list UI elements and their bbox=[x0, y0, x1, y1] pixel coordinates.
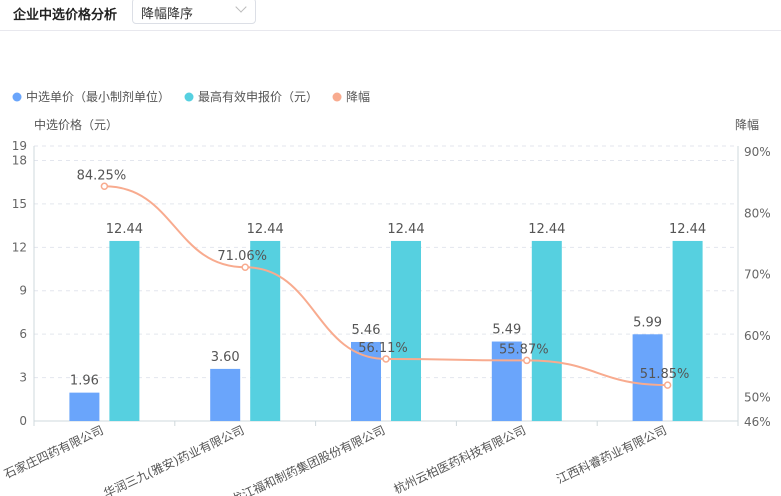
bar-data-label: 12.44 bbox=[387, 222, 424, 237]
line-data-label: 55.87% bbox=[499, 342, 549, 357]
x-tick-label: 江西科睿药业有限公司 bbox=[554, 422, 669, 486]
bar-data-label: 5.49 bbox=[492, 323, 521, 338]
bar-data-label: 5.46 bbox=[352, 323, 381, 338]
line-point bbox=[523, 356, 531, 365]
y-tick-label: 19 bbox=[12, 139, 27, 153]
line-data-label: 51.85% bbox=[640, 367, 690, 382]
line-point bbox=[100, 182, 109, 191]
bar bbox=[391, 240, 421, 421]
line-point bbox=[241, 263, 249, 271]
bar bbox=[531, 240, 562, 421]
chart: 中选单价（最小制剂单位） 最高有效申报价（元） 降幅中选价格（元） 降幅0369121… bbox=[1, 89, 771, 496]
bar-data-label: 12.44 bbox=[528, 222, 565, 237]
y-tick-label: 12 bbox=[12, 240, 27, 254]
y-tick-label: 15 bbox=[12, 197, 27, 211]
bar bbox=[69, 392, 100, 421]
x-tick-label: 华润三九(雅安)药业有限公司 bbox=[101, 422, 246, 496]
y2-axis-title: 降幅 bbox=[735, 117, 759, 132]
y-tick-label: 9 bbox=[19, 284, 27, 298]
bar bbox=[109, 240, 140, 421]
y-tick-label: 6 bbox=[19, 327, 27, 341]
bar-data-label: 1.96 bbox=[70, 374, 99, 389]
bar-data-label: 12.44 bbox=[669, 222, 706, 237]
y2-tick-label: 60% bbox=[744, 329, 771, 343]
y2-tick-label: 70% bbox=[744, 268, 771, 282]
line-data-label: 56.11% bbox=[358, 341, 408, 356]
y-tick-label: 0 bbox=[19, 414, 27, 428]
legend-item: 降幅 bbox=[346, 89, 370, 104]
x-tick-label: 杭州云柏医药科技有限公司 bbox=[391, 422, 528, 496]
bar-data-label: 3.60 bbox=[211, 350, 240, 365]
line-point bbox=[663, 381, 672, 389]
bar-data-label: 12.44 bbox=[106, 222, 143, 237]
y-tick-label: 18 bbox=[12, 153, 27, 167]
bar-data-label: 12.44 bbox=[247, 222, 284, 237]
y2-tick-label: 46% bbox=[744, 415, 771, 429]
y-axis-title: 中选价格（元） bbox=[34, 117, 118, 132]
line-data-label: 71.06% bbox=[217, 249, 267, 264]
legend-item: 最高有效申报价（元） bbox=[198, 89, 318, 104]
x-tick-label: 石家庄四药有限公司 bbox=[1, 422, 105, 481]
bar bbox=[672, 240, 703, 421]
bar-data-label: 5.99 bbox=[633, 315, 662, 330]
legend-marker bbox=[332, 92, 342, 102]
y-tick-label: 3 bbox=[19, 371, 27, 385]
bar bbox=[210, 368, 241, 421]
y2-tick-label: 50% bbox=[744, 390, 771, 404]
y2-tick-label: 90% bbox=[744, 145, 771, 159]
y2-tick-label: 80% bbox=[744, 206, 771, 220]
legend-item: 中选单价（最小制剂单位） bbox=[26, 89, 170, 104]
line-data-label: 84.25% bbox=[77, 168, 127, 183]
legend-marker bbox=[12, 92, 22, 102]
line-point bbox=[382, 355, 390, 363]
legend-marker bbox=[184, 92, 194, 102]
